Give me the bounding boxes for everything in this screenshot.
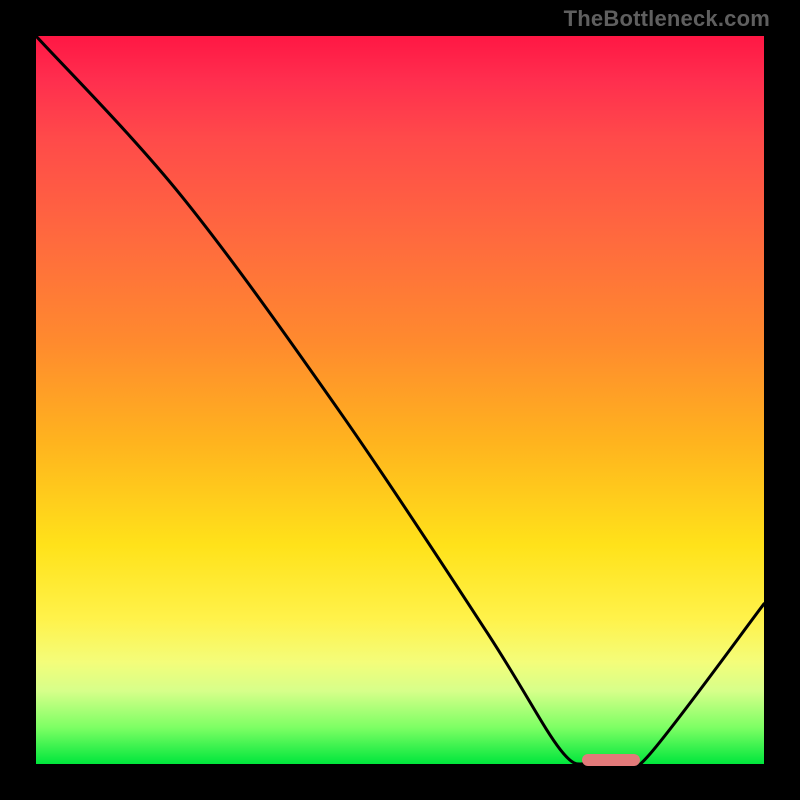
chart-frame: TheBottleneck.com xyxy=(0,0,800,800)
watermark-text: TheBottleneck.com xyxy=(564,6,770,32)
plot-area xyxy=(36,36,764,764)
bottleneck-curve xyxy=(36,36,764,764)
optimal-marker xyxy=(582,754,640,766)
